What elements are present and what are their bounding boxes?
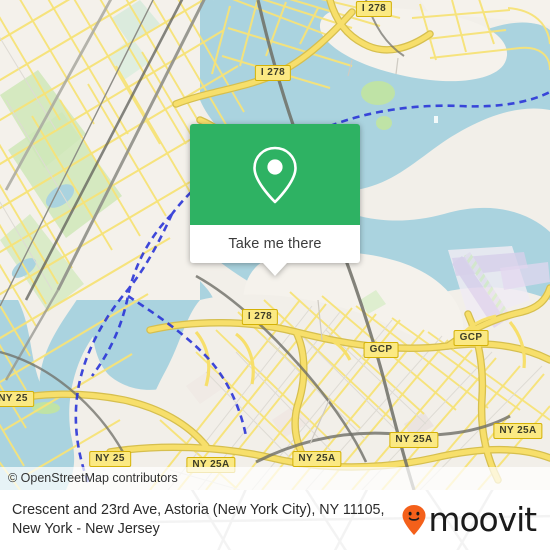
road-shield: GCP: [363, 342, 399, 358]
road-shield: GCP: [453, 330, 489, 346]
road-shield: NY 25: [89, 451, 131, 467]
take-me-there-label: Take me there: [228, 236, 322, 252]
take-me-there-button[interactable]: Take me there: [190, 225, 360, 276]
popup-tail-pointer: [263, 263, 287, 276]
location-caption: Crescent and 23rd Ave, Astoria (New York…: [12, 502, 385, 537]
moovit-wordmark: moovit: [428, 499, 537, 539]
map-screenshot: I 278 I 278 I 278 GCP GCP NY 25 NY 25 NY 25A NY …: [0, 0, 550, 550]
popup-image-panel: [190, 124, 360, 225]
road-shield: I 278: [355, 1, 393, 17]
map-attribution[interactable]: © OpenStreetMap contributors: [0, 467, 550, 490]
map-popup-card[interactable]: Take me there: [190, 124, 360, 276]
road-shield: I 278: [241, 309, 279, 325]
moovit-smiley-pin-icon: [402, 505, 426, 535]
road-shield: NY 25A: [493, 423, 543, 439]
road-shield: NY 25: [0, 391, 34, 407]
road-shield: NY 25A: [389, 432, 439, 448]
moovit-logo[interactable]: moovit: [401, 499, 542, 539]
road-shield: I 278: [254, 65, 292, 81]
road-shield: NY 25A: [292, 451, 342, 467]
footer-bar: Crescent and 23rd Ave, Astoria (New York…: [0, 490, 550, 550]
location-pin-icon: [253, 146, 297, 203]
